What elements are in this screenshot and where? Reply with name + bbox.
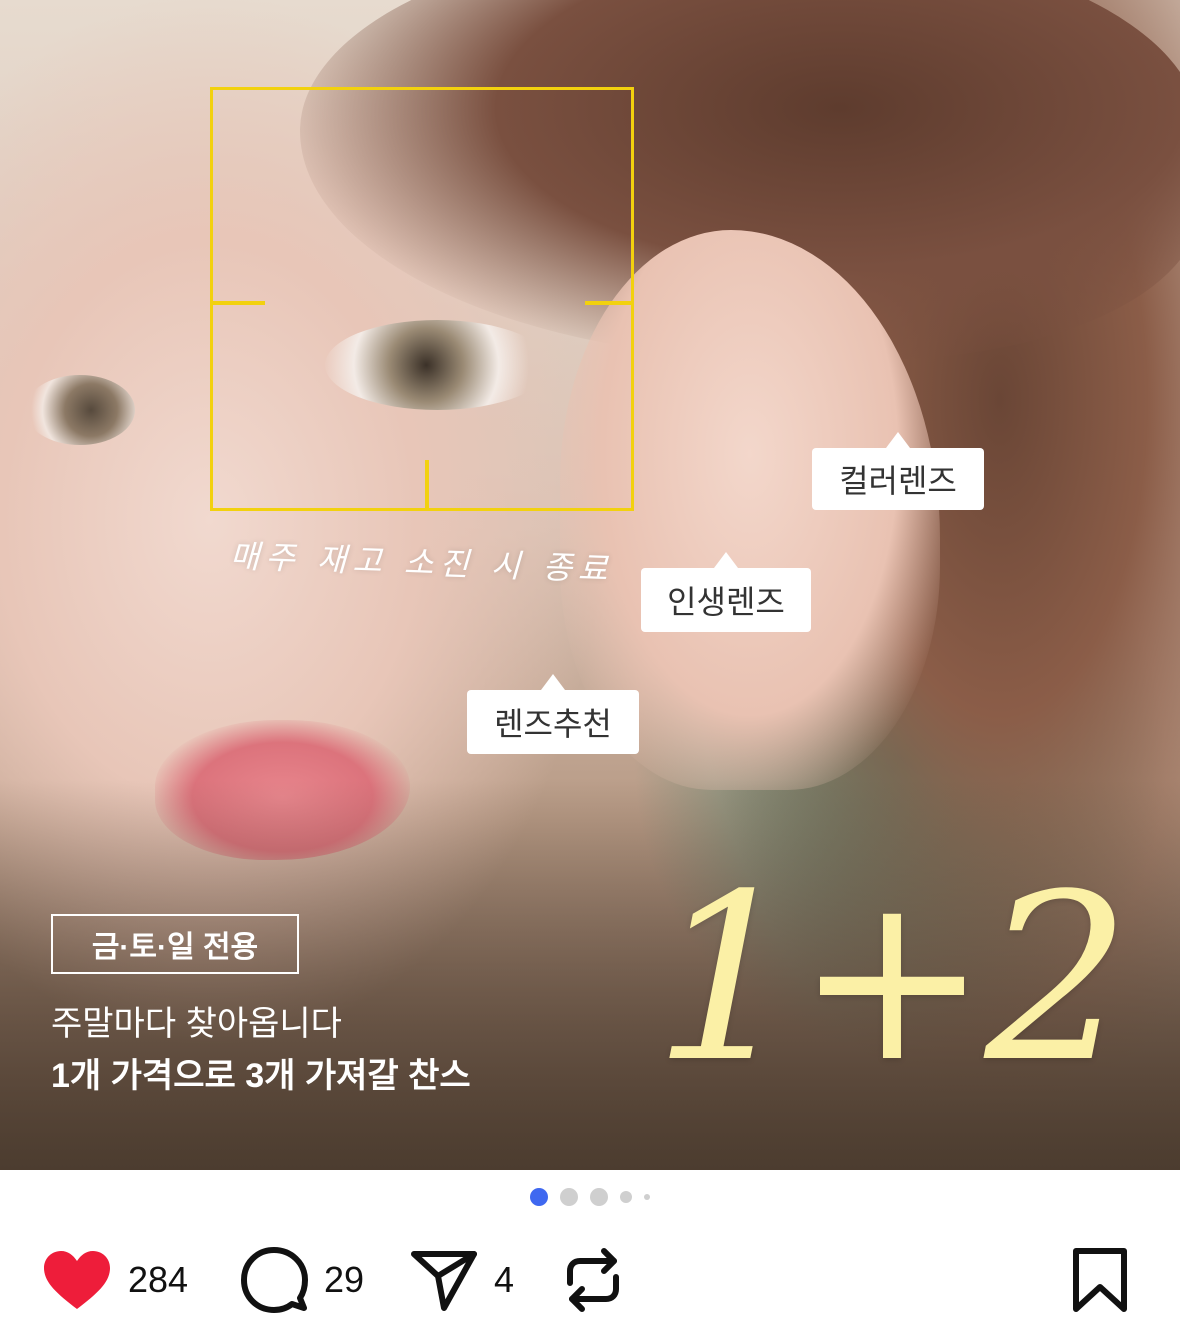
product-tag-lens-recommend[interactable]: 렌즈추천 [467,674,639,754]
focus-tick-right [585,301,631,305]
repost-button[interactable] [562,1240,624,1320]
like-button[interactable]: 284 [42,1240,188,1320]
pager-dot [560,1188,578,1206]
bookmark-icon [1073,1248,1127,1312]
pager-dot [620,1191,632,1203]
post-action-bar: 284 29 4 [0,1240,1180,1320]
promo-badge: 금·토·일 전용 [51,914,299,974]
share-count: 4 [494,1259,515,1300]
carousel-pager [0,1186,1180,1208]
comment-button[interactable]: 29 [240,1240,364,1320]
post-image[interactable]: 매주 재고 소진 시 종료 컬러렌즈 인생렌즈 렌즈추천 금·토·일 전용 주말… [0,0,1180,1170]
comment-bubble-icon [241,1247,308,1313]
pager-dot-active [530,1188,548,1206]
share-button[interactable]: 4 [410,1240,514,1320]
pager-dot [590,1188,608,1206]
heart-icon [44,1251,110,1309]
comment-count: 29 [324,1259,365,1300]
focus-tick-left [213,301,265,305]
bookmark-button[interactable] [1070,1240,1130,1320]
pager-dot [644,1194,650,1200]
send-icon [411,1251,477,1311]
promo-subheadline: 1개 가격으로 3개 가져갈 찬스 [51,1057,471,1095]
product-tag-color-lens[interactable]: 컬러렌즈 [812,432,984,510]
focus-tick-bottom [425,460,429,508]
repost-icon [567,1248,619,1312]
eye-focus-frame [210,87,634,511]
promo-headline: 주말마다 찾아옵니다 [51,1005,342,1043]
eye-left-shape [25,375,135,445]
promo-offer-text: 1+2 [653,846,1130,1113]
product-tag-life-lens[interactable]: 인생렌즈 [641,552,811,632]
like-count: 284 [128,1259,189,1300]
